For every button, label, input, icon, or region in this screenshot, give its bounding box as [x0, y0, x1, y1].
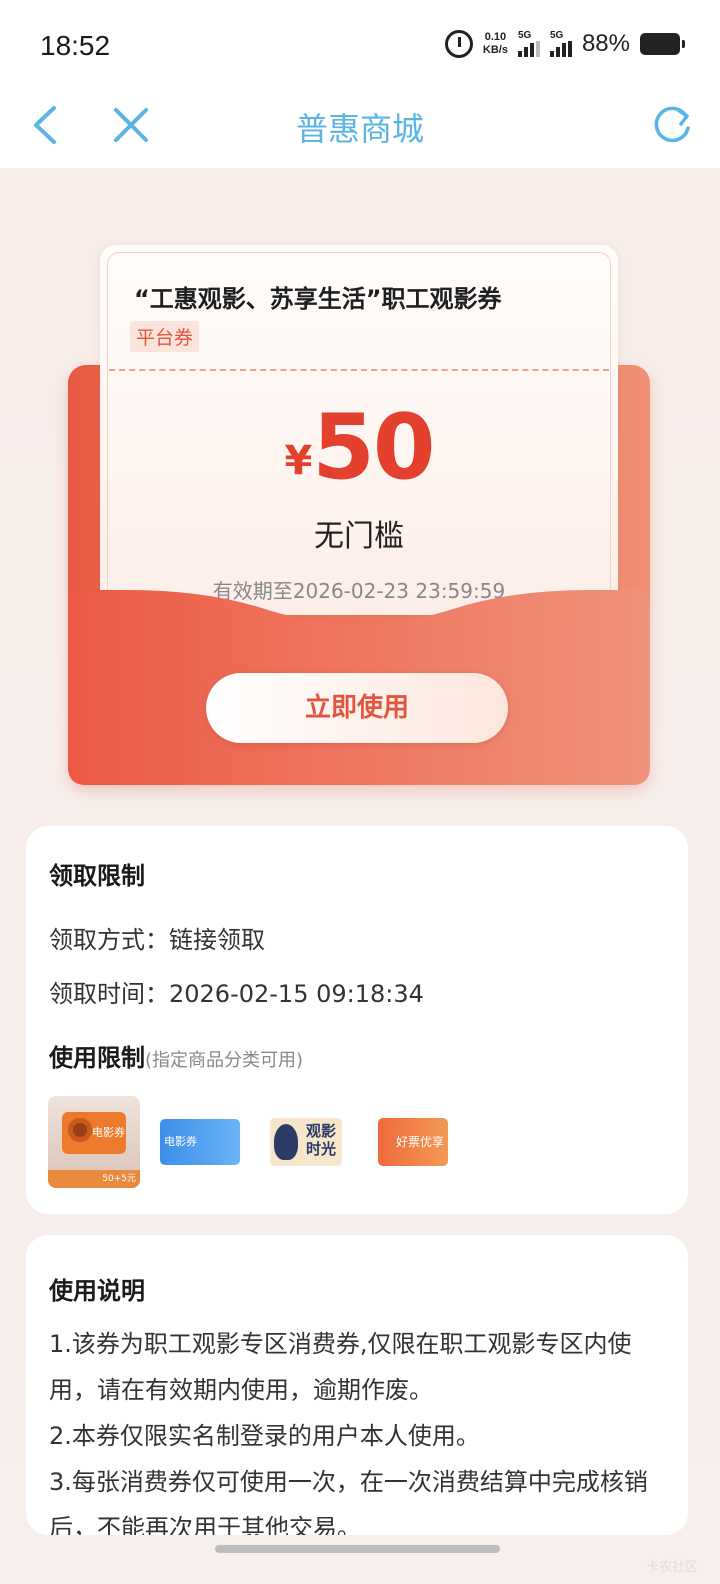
coupon-ticket: “工惠观影、苏享生活”职工观影券 平台券 ¥50 无门槛 有效期至2026-02…: [100, 245, 618, 615]
battery-percent: 88%: [581, 30, 630, 57]
alarm-icon: [444, 30, 473, 58]
category-thumb-movie-voucher[interactable]: 电影券: [160, 1119, 240, 1165]
claim-time: 领取时间：2026-02-15 09:18:34: [49, 980, 424, 1008]
coupon-type-badge: 平台券: [130, 321, 200, 352]
claim-method: 领取方式：链接领取: [49, 926, 265, 954]
nav-bar: 普惠商城: [0, 92, 720, 168]
claim-restrictions-card: 领取限制 领取方式：链接领取 领取时间：2026-02-15 09:18:34 …: [26, 826, 688, 1214]
signal-icon-1: 5G: [517, 31, 540, 57]
instructions-text: 1.该券为职工观影专区消费券,仅限在职工观影专区内使用，请在有效期内使用，逾期作…: [49, 1321, 668, 1535]
watermark: 卡农社区: [645, 1560, 698, 1575]
instruction-line-2: 2.本券仅限实名制登录的用户本人使用。: [49, 1422, 480, 1450]
status-time: 18:52: [40, 30, 111, 61]
claim-heading: 领取限制: [49, 862, 145, 890]
amount-value: 50: [312, 395, 435, 500]
battery-icon: [640, 33, 685, 55]
instructions-card: 使用说明 1.该券为职工观影专区消费券,仅限在职工观影专区内使用，请在有效期内使…: [26, 1235, 688, 1535]
instruction-line-1: 1.该券为职工观影专区消费券,仅限在职工观影专区内使用，请在有效期内使用，逾期作…: [49, 1330, 632, 1404]
category-thumb-guanying-shiguang[interactable]: 观影 时光: [270, 1118, 342, 1166]
page-title: 普惠商城: [295, 110, 424, 148]
coupon-amount: ¥50: [100, 395, 618, 500]
usage-note: (指定商品分类可用): [145, 1050, 304, 1071]
refresh-icon[interactable]: [650, 102, 694, 146]
currency-symbol: ¥: [284, 438, 313, 484]
status-icons: 0.10 KB/s 5G 5G 88%: [444, 30, 685, 58]
dashed-divider: [109, 369, 609, 371]
use-now-button[interactable]: 立即使用: [206, 673, 508, 743]
coupon-threshold: 无门槛: [314, 519, 404, 554]
coupon-name: “工惠观影、苏享生活”职工观影券: [134, 285, 502, 313]
home-indicator[interactable]: [215, 1545, 500, 1553]
signal-icon-2: 5G: [549, 31, 572, 57]
category-thumb-movie-ticket[interactable]: 电影券 50+5元: [48, 1096, 140, 1188]
usage-heading: 使用限制(指定商品分类可用): [49, 1044, 304, 1072]
network-speed: 0.10 KB/s: [482, 31, 508, 56]
instructions-heading: 使用说明: [49, 1277, 145, 1305]
category-thumb-haopiao-youxiang[interactable]: 好票优享: [378, 1118, 448, 1166]
status-bar: 18:52 0.10 KB/s 5G 5G 88%: [0, 0, 720, 92]
category-thumbnails: 电影券 50+5元 电影券 观影 时光 好票优享: [48, 1096, 448, 1188]
instruction-line-3: 3.每张消费券仅可使用一次，在一次消费结算中完成核销后，不能再次用于其他交易。: [49, 1468, 648, 1535]
